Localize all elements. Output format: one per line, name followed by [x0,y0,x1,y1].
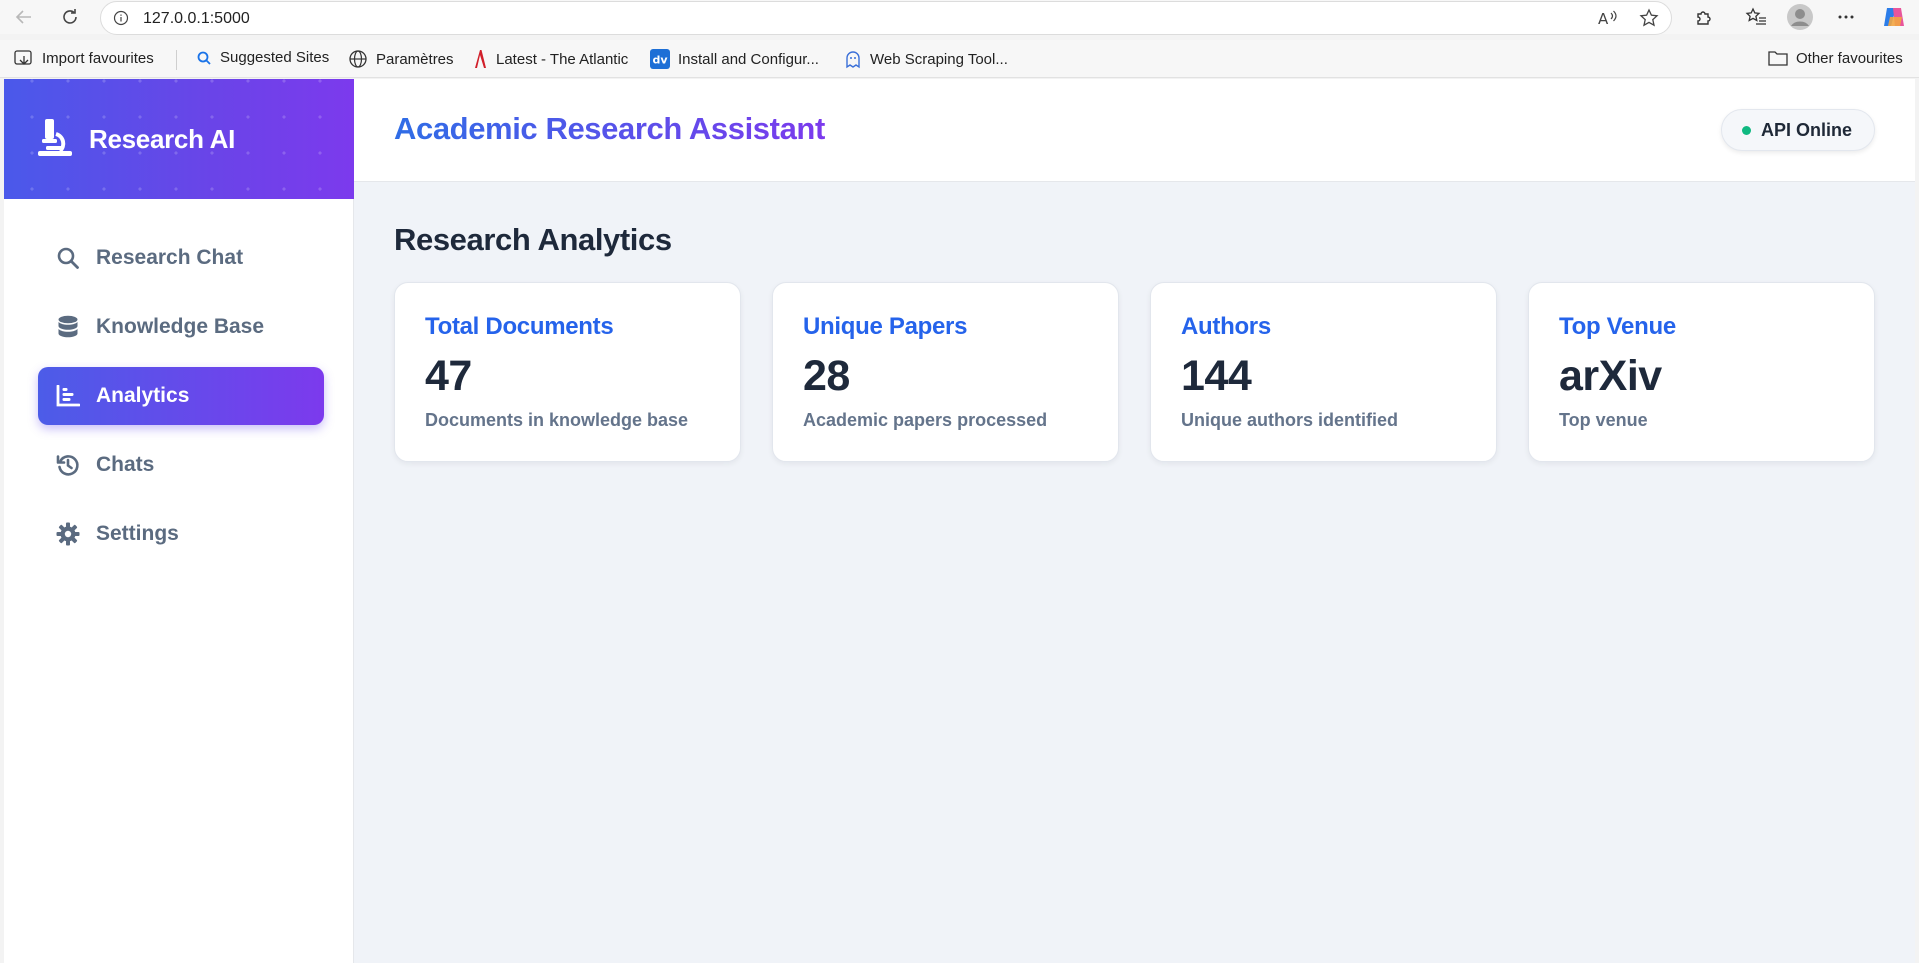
bookmark-label: Other favourites [1796,49,1903,67]
sidebar-item-analytics[interactable]: Analytics [38,367,324,425]
back-arrow-icon [15,10,31,24]
copilot-icon [1884,8,1904,26]
site-info-icon[interactable] [113,10,129,26]
bookmarks-bar: Import favourites Suggested Sites Paramè… [0,40,1919,78]
avatar-icon [1787,4,1813,30]
bookmark-web-scraping[interactable]: Web Scraping Tool... [844,49,1008,69]
status-dot-icon [1741,125,1751,135]
sidebar-item-research-chat[interactable]: Research Chat [38,229,324,287]
more-dots-icon [1838,15,1854,19]
card-title: Unique Papers [803,313,968,340]
page-title: Academic Research Assistant [394,111,825,146]
stat-card-unique-papers: Unique Papers 28 Academic papers process… [772,282,1119,462]
extensions-icon [1697,11,1711,25]
stat-card-total-documents: Total Documents 47 Documents in knowledg… [394,282,741,462]
bookmark-label: Paramètres [376,50,454,68]
brand-header: Research AI [4,79,354,199]
card-title: Authors [1181,313,1271,340]
api-status-badge: API Online [1720,109,1875,151]
back-button[interactable] [10,4,38,30]
search-icon [56,246,80,270]
read-aloud-icon[interactable]: A [1597,8,1619,28]
sidebar-item-knowledge-base[interactable]: Knowledge Base [38,298,324,356]
brand-title: Research AI [89,124,236,154]
card-value: 28 [803,352,850,400]
sidebar-item-settings[interactable]: Settings [38,505,324,563]
bookmark-label: Install and Configur... [678,50,819,68]
bookmark-label: Latest - The Atlantic [496,50,629,68]
sidebar: Research AI Research Chat Knowledge Base… [4,79,354,963]
extensions-button[interactable] [1690,4,1718,30]
stat-card-top-venue: Top Venue arXiv Top venue [1528,282,1875,462]
sidebar-item-label: Research Chat [96,246,244,269]
app-root: Research AI Research Chat Knowledge Base… [4,79,1915,963]
favorites-list-icon [1745,7,1766,25]
gear-icon [56,522,80,546]
microscope-icon [38,119,72,156]
scraper-icon [846,51,860,69]
sidebar-item-label: Analytics [96,384,190,407]
favorite-star-icon[interactable] [1639,8,1659,28]
bookmark-install-configure[interactable]: dv Install and Configur... [650,49,819,69]
bookmark-other-favourites[interactable]: Other favourites [1768,49,1903,67]
atlantic-logo-icon [475,50,486,68]
card-value: 47 [425,352,472,400]
bookmark-label: Web Scraping Tool... [870,50,1008,68]
sidebar-item-chats[interactable]: Chats [38,436,324,494]
favorites-button[interactable] [1742,4,1770,30]
status-text: API Online [1760,119,1852,140]
url-text[interactable]: 127.0.0.1:5000 [143,10,250,28]
folder-icon [1768,51,1788,66]
section-title: Research Analytics [394,222,672,257]
dv-logo-icon: dv [650,49,670,69]
sidebar-item-label: Knowledge Base [96,315,265,338]
card-title: Total Documents [425,313,614,340]
globe-icon [349,50,367,68]
chart-icon [56,384,80,408]
svg-text:dv: dv [653,54,669,67]
card-description: Top venue [1559,410,1648,430]
bookmark-the-atlantic[interactable]: Latest - The Atlantic [472,49,628,69]
search-icon [197,51,211,65]
bookmark-import-favourites[interactable]: Import favourites [14,49,154,67]
history-icon [56,453,80,477]
sidebar-item-label: Chats [96,453,155,476]
copilot-button[interactable] [1880,4,1908,30]
more-menu-button[interactable] [1832,4,1860,30]
reload-icon [63,9,77,24]
bookmark-divider [176,50,177,70]
bookmark-parametres[interactable]: Paramètres [348,49,454,69]
card-title: Top Venue [1559,313,1676,340]
sidebar-item-label: Settings [96,522,179,545]
card-description: Academic papers processed [803,410,1048,430]
profile-button[interactable] [1786,4,1814,30]
card-value: 144 [1181,352,1252,400]
browser-toolbar: 127.0.0.1:5000 A [0,0,1919,35]
bookmark-label: Import favourites [42,49,154,67]
bookmark-label: Suggested Sites [220,49,330,66]
top-header: Academic Research Assistant API Online [354,79,1915,182]
reload-button[interactable] [56,4,84,30]
card-value: arXiv [1559,352,1662,400]
database-icon [56,315,80,339]
svg-text:A: A [1598,10,1609,28]
import-icon [14,50,32,65]
bookmark-suggested-sites[interactable]: Suggested Sites [196,49,329,66]
stat-card-authors: Authors 144 Unique authors identified [1150,282,1497,462]
card-description: Documents in knowledge base [425,410,689,430]
card-description: Unique authors identified [1181,410,1399,430]
address-bar[interactable]: 127.0.0.1:5000 A [100,1,1672,35]
